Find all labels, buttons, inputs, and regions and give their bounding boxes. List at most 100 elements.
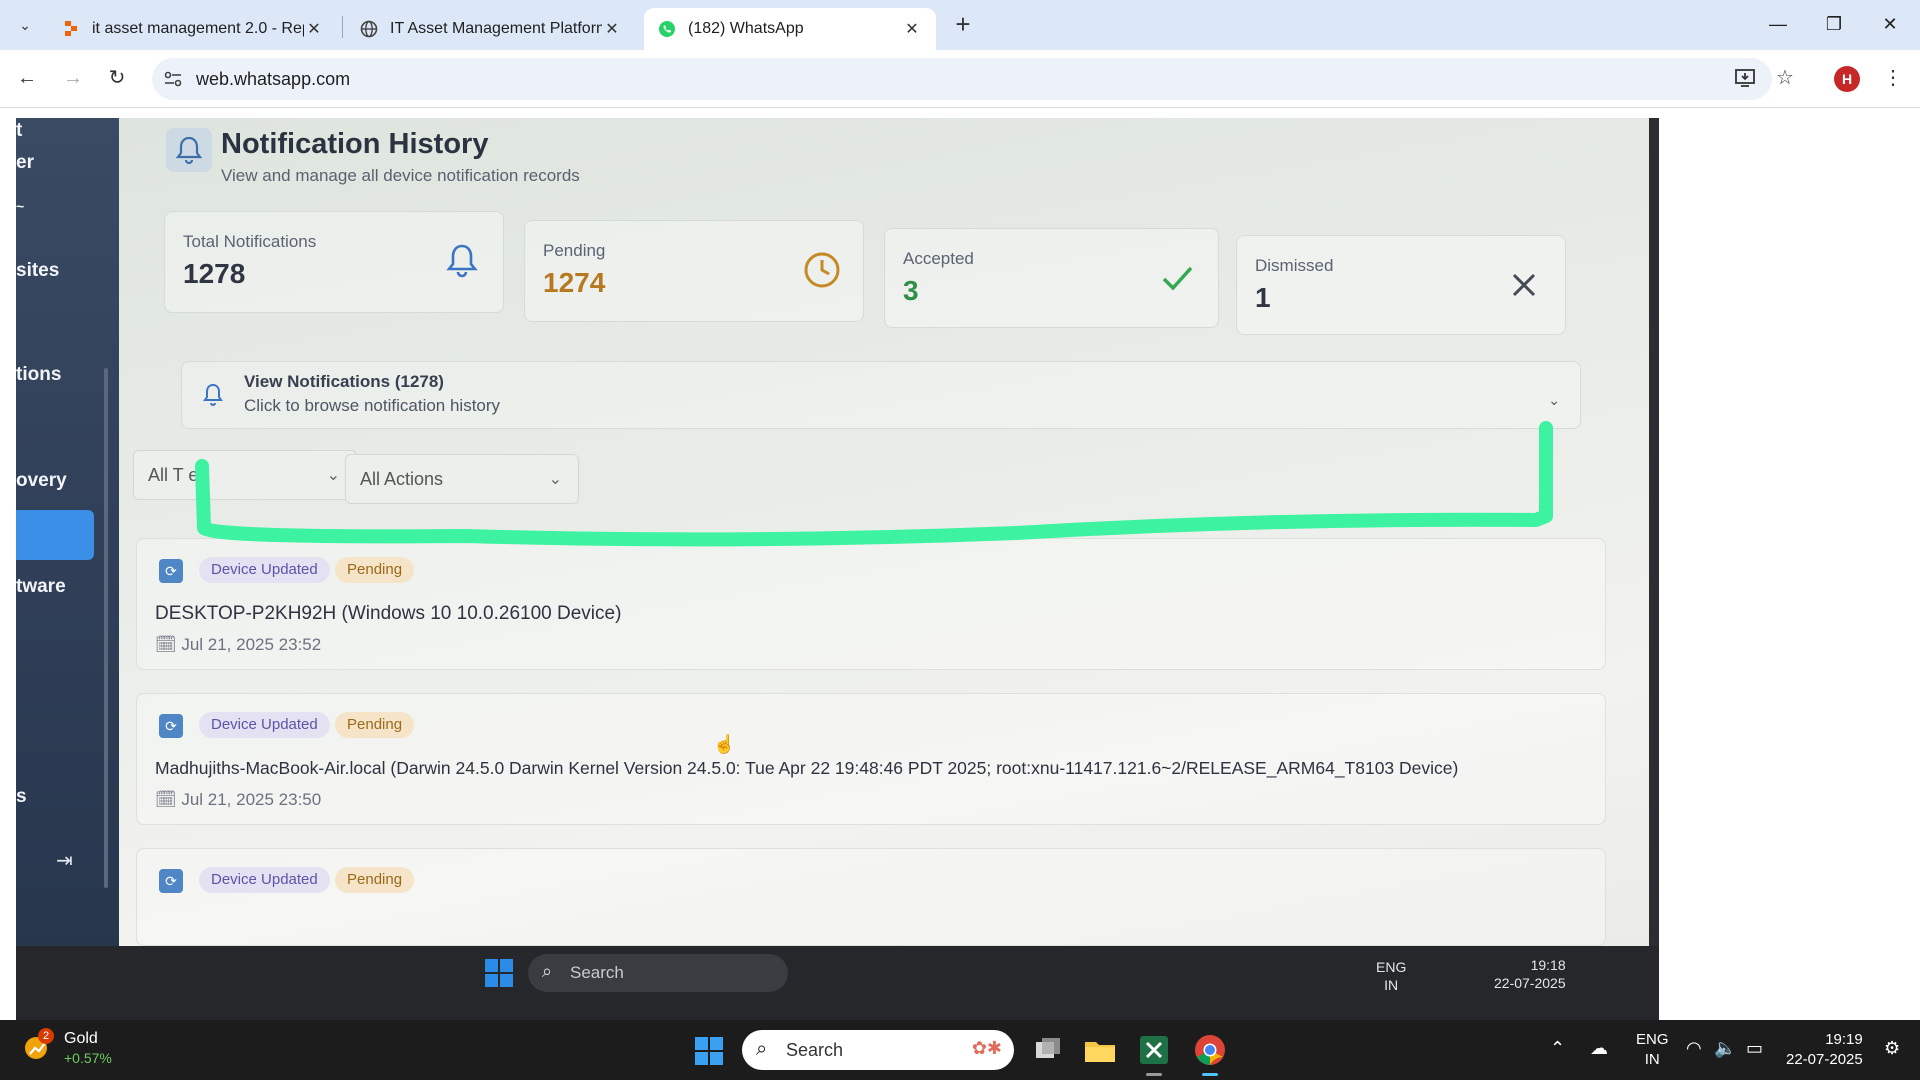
tab-title: IT Asset Management Platform	[390, 20, 602, 37]
search-icon: ⌕	[542, 961, 553, 981]
close-window-button[interactable]: ✕	[1870, 8, 1910, 40]
notification-title: DESKTOP-P2KH92H (Windows 10 10.0.26100 D…	[155, 603, 622, 624]
date-text: Jul 21, 2025 23:52	[181, 635, 322, 654]
stat-label: Total Notifications	[183, 232, 317, 251]
onedrive-icon[interactable]: ☁	[1590, 1038, 1608, 1059]
chevron-down-icon[interactable]: ⌄	[1548, 392, 1560, 409]
sidebar-item[interactable]: er	[16, 152, 34, 174]
browser-tab-bar: ⌄ it asset management 2.0 - Repli ✕ IT A…	[0, 0, 1920, 50]
stat-value: 1278	[183, 258, 246, 289]
sidebar-item-software[interactable]: tware	[16, 576, 66, 598]
logout-icon[interactable]: ⇥	[56, 848, 73, 873]
app-main: Notification History View and manage all…	[119, 118, 1649, 946]
lang-line: IN	[1644, 1051, 1660, 1068]
date-text: 22-07-2025	[1494, 975, 1566, 991]
stat-card-dismissed: Dismissed 1	[1236, 235, 1566, 335]
battery-icon[interactable]: ▭	[1746, 1038, 1763, 1059]
tab-search-button[interactable]: ⌄	[10, 10, 40, 40]
bell-icon	[441, 240, 483, 282]
stat-card-pending: Pending 1274	[524, 220, 864, 322]
stat-value: 3	[903, 275, 919, 306]
search-label: Search	[786, 1040, 844, 1060]
sidebar-item-active[interactable]	[16, 510, 94, 560]
file-explorer-icon[interactable]	[1082, 1032, 1118, 1068]
notifications-collapse[interactable]: View Notifications (1278) Click to brows…	[181, 361, 1581, 429]
date-text: 22-07-2025	[1786, 1051, 1863, 1068]
profile-avatar[interactable]: H	[1834, 66, 1860, 92]
replit-icon	[62, 20, 80, 38]
stat-value: 1	[1255, 282, 1271, 313]
hand-cursor-icon: ☝	[713, 734, 736, 754]
notification-item[interactable]: ⟳ Device Updated Pending Madhujiths-MacB…	[136, 693, 1606, 825]
notification-title: Madhujiths-MacBook-Air.local (Darwin 24.…	[155, 758, 1459, 778]
address-bar[interactable]: web.whatsapp.com	[152, 58, 1772, 100]
notification-item[interactable]: ⟳ Device Updated Pending	[136, 848, 1606, 946]
sidebar-item[interactable]: t	[16, 120, 22, 142]
page-title: Notification History	[221, 128, 489, 160]
lang-line: ENG	[1376, 959, 1407, 975]
monitor-photo: t er ~ sites tions overy tware s ⇥ Notif…	[16, 118, 1659, 1020]
action-filter-value: All Actions	[360, 469, 444, 489]
status-badge: Pending	[335, 557, 415, 583]
chevron-up-icon[interactable]: ⌃	[1550, 1038, 1565, 1059]
lang-line: ENG	[1636, 1031, 1669, 1048]
close-tab-icon[interactable]: ✕	[304, 19, 324, 39]
globe-icon	[360, 20, 378, 38]
tab-asset-management-replit[interactable]: it asset management 2.0 - Repli ✕	[48, 8, 338, 50]
sidebar-item[interactable]: s	[16, 786, 27, 808]
install-app-icon[interactable]	[1730, 63, 1760, 93]
notification-count-badge: 2	[38, 1028, 54, 1044]
forward-icon[interactable]: →	[58, 63, 88, 93]
clock-icon	[801, 249, 843, 291]
type-filter-select[interactable]: All T es ⌄	[133, 450, 357, 500]
tab-whatsapp[interactable]: (182) WhatsApp ✕	[644, 8, 936, 50]
time-text: 19:18	[1530, 957, 1566, 973]
windows-start-icon	[484, 958, 514, 988]
windows-taskbar: 2 Gold +0.57% ⌕ Search ✿✱ ⌃ ☁ ENG IN ◠ 🔈 …	[0, 1020, 1920, 1080]
bell-icon	[200, 382, 226, 408]
sidebar-item-locations[interactable]: tions	[16, 364, 61, 386]
excel-icon[interactable]	[1136, 1032, 1172, 1076]
chrome-icon[interactable]	[1192, 1032, 1228, 1076]
volume-icon[interactable]: 🔈	[1714, 1038, 1736, 1059]
new-tab-button[interactable]: +	[948, 10, 978, 40]
sidebar-item-sites[interactable]: sites	[16, 260, 59, 282]
system-clock[interactable]: 19:19 22-07-2025	[1786, 1030, 1863, 1070]
collapse-subtitle: Click to browse notification history	[244, 396, 501, 415]
action-filter-select[interactable]: All Actions ⌄	[345, 454, 579, 504]
chevron-down-icon: ⌄	[548, 471, 562, 488]
stat-card-accepted: Accepted 3	[884, 228, 1219, 328]
tab-it-asset-platform[interactable]: IT Asset Management Platform ✕	[346, 8, 636, 50]
notification-center-icon[interactable]: ⚙	[1884, 1038, 1900, 1059]
site-settings-icon[interactable]	[162, 68, 184, 90]
sidebar-scrollbar[interactable]	[104, 368, 108, 888]
restore-button[interactable]: ❐	[1814, 8, 1854, 40]
stat-label: Accepted	[903, 249, 974, 268]
status-badge: Pending	[335, 712, 415, 738]
notification-date: 🗓 Jul 21, 2025 23:50	[155, 790, 322, 809]
photo-clock: 19:18 22-07-2025	[1494, 956, 1566, 992]
refresh-icon: ⟳	[159, 869, 183, 893]
minimize-button[interactable]: —	[1758, 8, 1798, 40]
windows-start-icon[interactable]	[694, 1036, 724, 1066]
weather-widget[interactable]: 2 Gold +0.57%	[22, 1028, 132, 1070]
bookmark-star-icon[interactable]: ☆	[1770, 63, 1800, 93]
stat-label: Pending	[543, 241, 606, 260]
photo-search-box: ⌕ Search	[528, 954, 788, 992]
task-view-icon[interactable]	[1030, 1032, 1066, 1068]
back-icon[interactable]: ←	[12, 63, 42, 93]
reload-icon[interactable]: ↻	[102, 63, 132, 93]
wifi-icon[interactable]: ◠	[1686, 1038, 1702, 1059]
sidebar-item-discovery[interactable]: overy	[16, 470, 67, 492]
tab-title: it asset management 2.0 - Repli	[92, 20, 304, 37]
notification-item[interactable]: ⟳ Device Updated Pending DESKTOP-P2KH92H…	[136, 538, 1606, 670]
close-tab-icon[interactable]: ✕	[902, 19, 922, 39]
widget-title: Gold	[64, 1030, 98, 1047]
photo-language: ENG IN	[1376, 958, 1406, 994]
kebab-menu-icon[interactable]: ⋮	[1878, 63, 1908, 93]
language-indicator[interactable]: ENG IN	[1636, 1030, 1669, 1070]
close-tab-icon[interactable]: ✕	[602, 19, 622, 39]
taskbar-search[interactable]: ⌕ Search ✿✱	[742, 1030, 1014, 1070]
bell-icon	[166, 128, 212, 172]
sidebar-dash-icon: ~	[16, 198, 25, 214]
